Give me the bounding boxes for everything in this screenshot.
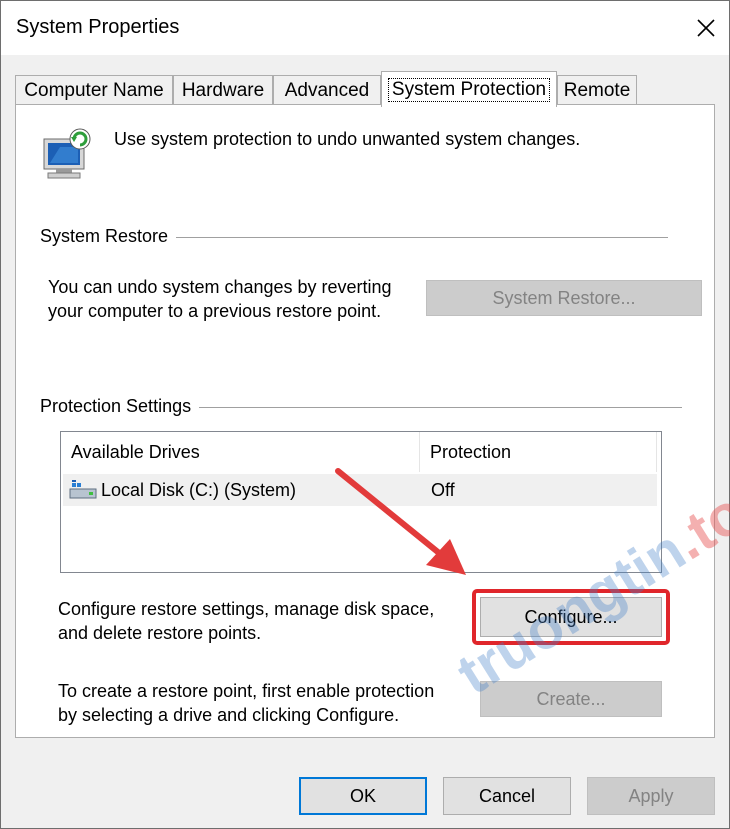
create-description-1: To create a restore point, first enable … [58,681,435,701]
system-protection-icon [43,128,91,179]
tab-advanced[interactable]: Advanced [273,75,381,105]
cancel-button[interactable]: Cancel [443,777,571,815]
system-protection-panel: Use system protection to undo unwanted s… [15,104,715,738]
create-button[interactable]: Create... [480,681,662,717]
tab-hardware[interactable]: Hardware [173,75,273,105]
system-restore-group-label: System Restore [40,226,177,247]
title-bar: System Properties [1,1,729,55]
system-restore-description-1: You can undo system changes by reverting [48,277,392,297]
system-restore-description-2: your computer to a previous restore poin… [48,301,382,321]
configure-description-2: and delete restore points. [58,623,262,643]
system-restore-button[interactable]: System Restore... [426,280,702,316]
dialog-button-bar: OK Cancel Apply [1,741,729,828]
protection-settings-group-label: Protection Settings [40,396,200,417]
tab-computer-name[interactable]: Computer Name [15,75,173,105]
tab-remote[interactable]: Remote [557,75,637,105]
red-arrow-annotation [335,468,466,575]
configure-description-1: Configure restore settings, manage disk … [58,599,435,619]
apply-button[interactable]: Apply [587,777,715,815]
drive-name: Local Disk (C:) (System) [101,480,297,500]
intro-text: Use system protection to undo unwanted s… [114,129,581,149]
drive-icon [69,480,97,499]
system-properties-window: System Properties Computer Name Hardware… [0,0,730,829]
window-title: System Properties [16,16,180,38]
close-icon [697,19,715,37]
close-button[interactable] [683,1,729,55]
configure-button[interactable]: Configure... [480,597,662,637]
tab-system-protection[interactable]: System Protection [381,71,557,107]
column-separator-end [656,432,657,472]
create-description-2: by selecting a drive and clicking Config… [58,705,400,725]
ok-button[interactable]: OK [299,777,427,815]
